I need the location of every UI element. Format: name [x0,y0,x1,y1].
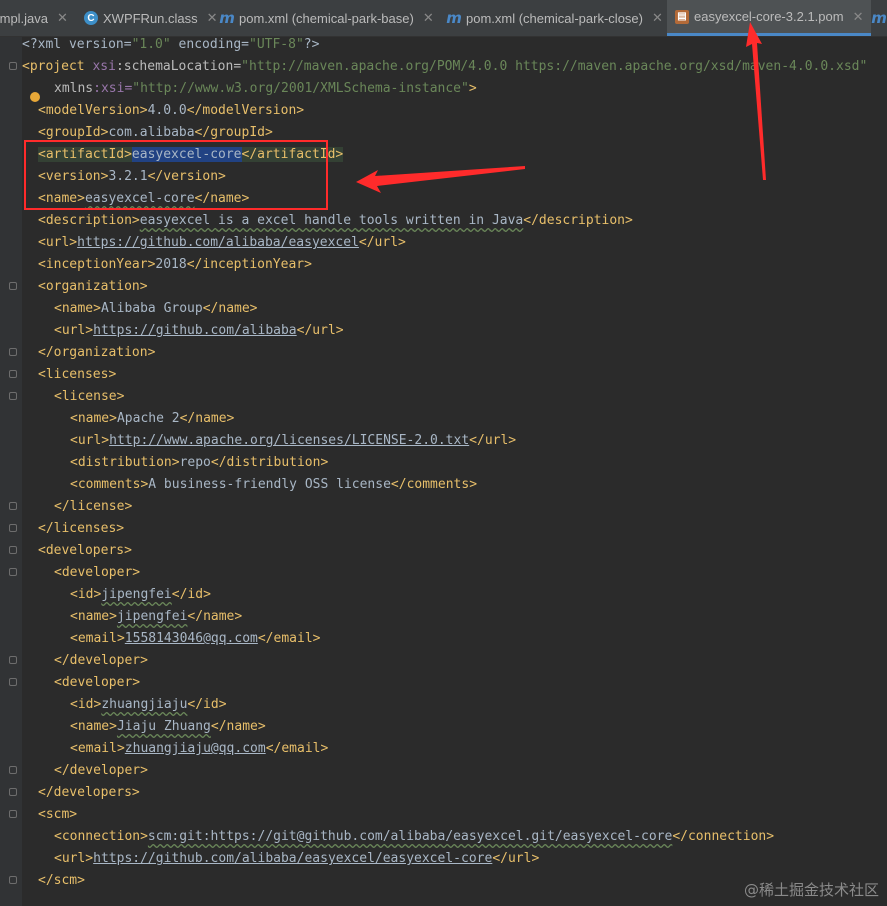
arrow-to-code [356,166,525,193]
annotation-arrows [356,22,766,193]
arrow-to-tab [746,22,766,180]
watermark: @稀土掘金技术社区 [743,881,879,899]
